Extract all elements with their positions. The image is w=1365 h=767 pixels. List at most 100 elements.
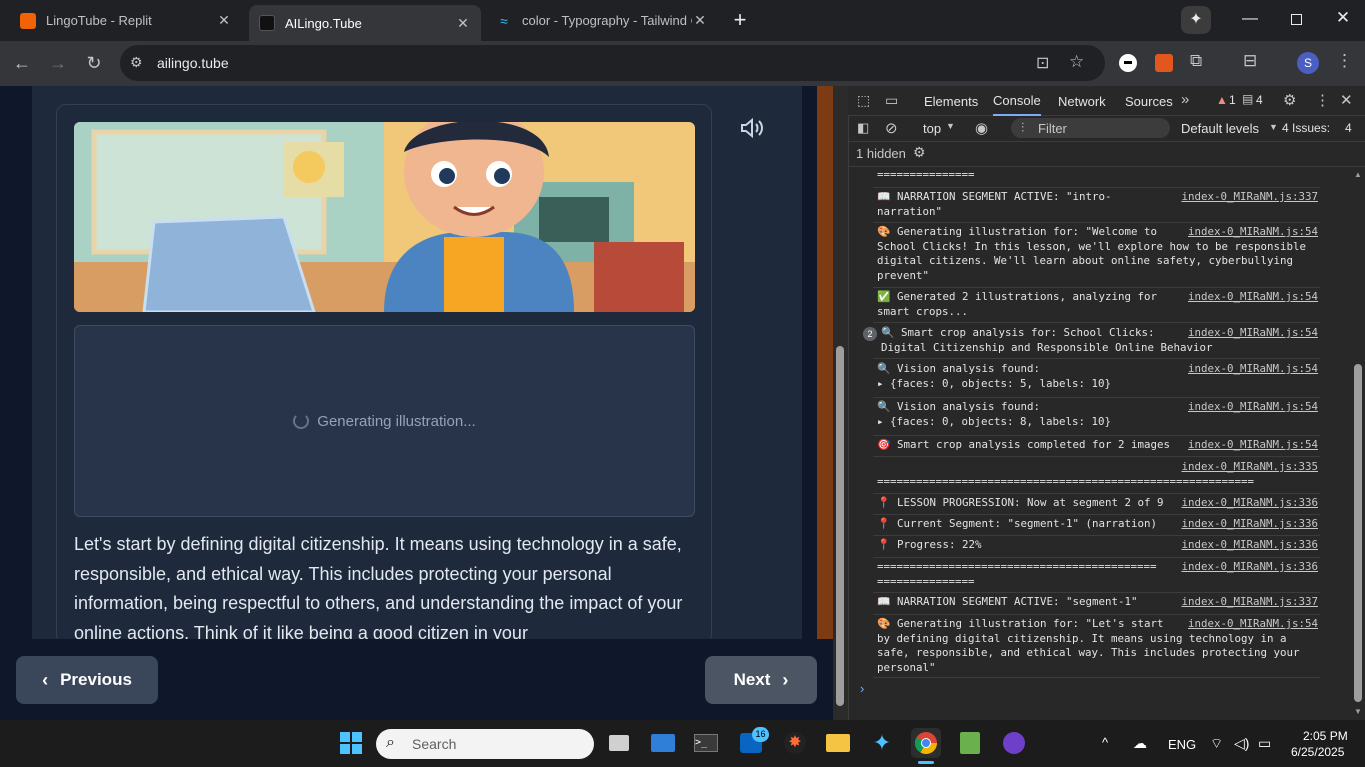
minimize-icon[interactable]: —	[1240, 10, 1260, 30]
new-tab-icon[interactable]: +	[728, 8, 752, 32]
error-count[interactable]: 1	[1229, 93, 1236, 107]
profile-avatar[interactable]: S	[1297, 52, 1319, 74]
volume-icon[interactable]: ◁)	[1234, 735, 1249, 752]
context-selector[interactable]: top	[923, 121, 941, 136]
side-strip	[817, 86, 833, 639]
restore-icon[interactable]	[1287, 10, 1307, 30]
source-link[interactable]: index-0_MIRaNM.js:336	[1175, 517, 1318, 530]
forward-icon[interactable]: →	[43, 48, 73, 78]
illustration-placeholder: Generating illustration...	[74, 325, 695, 517]
source-link[interactable]: index-0_MIRaNM.js:336	[1175, 560, 1318, 573]
tailwind-favicon-icon: ≈	[500, 12, 508, 29]
hidden-count: 1 hidden	[856, 146, 906, 161]
menu-kebab-icon[interactable]: ⋮	[1336, 51, 1353, 71]
source-link[interactable]: index-0_MIRaNM.js:54	[1181, 225, 1318, 238]
clock-time[interactable]: 2:05 PM	[1303, 729, 1348, 743]
back-icon[interactable]: ←	[7, 48, 37, 78]
terminal-icon[interactable]: >_	[691, 728, 721, 758]
settings-gear-icon[interactable]: ⚙	[1283, 91, 1296, 109]
postman-icon[interactable]: ✸	[780, 728, 810, 758]
devtools-menu-icon[interactable]: ⋮	[1315, 91, 1330, 109]
source-link[interactable]: index-0_MIRaNM.js:54	[1181, 438, 1318, 451]
source-link[interactable]: index-0_MIRaNM.js:337	[1175, 595, 1318, 608]
tab-search-icon[interactable]: ⊟	[1243, 51, 1257, 71]
console-settings-icon[interactable]: ⚙	[913, 144, 926, 161]
site-info-icon[interactable]: ⚙	[130, 54, 143, 71]
tab-ailingo-tube[interactable]: AILingo.Tube ✕	[249, 5, 481, 41]
file-explorer-icon[interactable]	[823, 728, 853, 758]
tab-lingotube-replit[interactable]: LingoTube - Replit ✕	[10, 5, 242, 36]
next-button[interactable]: Next ›	[705, 656, 817, 704]
page-scrollbar[interactable]	[833, 86, 848, 720]
console-prompt-icon[interactable]: ›	[860, 681, 864, 696]
ace-extension-icon[interactable]	[1155, 54, 1173, 72]
speaker-icon[interactable]	[739, 116, 765, 140]
source-link[interactable]: index-0_MIRaNM.js:336	[1175, 538, 1318, 551]
devtools-tab-console[interactable]: Console	[993, 86, 1041, 116]
windows-start-icon[interactable]	[336, 728, 366, 758]
source-link[interactable]: index-0_MIRaNM.js:54	[1181, 362, 1318, 375]
copilot-icon[interactable]: ✦	[867, 728, 897, 758]
extension-icon[interactable]	[1119, 54, 1137, 72]
filter-icon: ⫶	[1021, 120, 1025, 135]
source-link[interactable]: index-0_MIRaNM.js:54	[1181, 326, 1318, 339]
narration-text: Let's start by defining digital citizens…	[74, 534, 683, 639]
sidebar-toggle-icon[interactable]: ◧	[857, 120, 869, 136]
source-link[interactable]: index-0_MIRaNM.js:336	[1175, 496, 1318, 509]
clock-date[interactable]: 6/25/2025	[1291, 745, 1344, 759]
taskbar-search[interactable]: ⌕ Search	[376, 729, 594, 759]
address-bar[interactable]: ⚙ ailingo.tube ⊡ ☆	[120, 45, 1105, 81]
tab-tailwind[interactable]: ≈ color - Typography - Tailwind C ✕	[486, 5, 718, 36]
repeat-count-badge: 2	[863, 327, 877, 341]
source-link[interactable]: index-0_MIRaNM.js:54	[1181, 290, 1318, 303]
close-window-icon[interactable]: ✕	[1333, 8, 1353, 28]
previous-button[interactable]: ‹ Previous	[16, 656, 158, 704]
github-icon[interactable]	[999, 728, 1029, 758]
battery-icon[interactable]: ▭	[1258, 735, 1271, 752]
issues-count[interactable]: 4	[1345, 121, 1352, 135]
wifi-icon[interactable]: ⌔	[1210, 735, 1223, 753]
device-toggle-icon[interactable]: ▭	[885, 92, 898, 109]
bookmark-star-icon[interactable]: ☆	[1069, 52, 1084, 72]
devtools-tab-elements[interactable]: Elements	[924, 86, 978, 116]
more-tabs-icon[interactable]: »	[1181, 91, 1189, 108]
close-tab-icon[interactable]: ✕	[455, 15, 471, 32]
close-tab-icon[interactable]: ✕	[216, 12, 232, 29]
task-view-icon[interactable]	[604, 728, 634, 758]
extensions-puzzle-icon[interactable]: ⧉	[1190, 51, 1202, 71]
source-link[interactable]: index-0_MIRaNM.js:337	[1175, 190, 1318, 203]
devtools-tab-sources[interactable]: Sources	[1125, 86, 1173, 116]
source-link[interactable]: index-0_MIRaNM.js:335	[1175, 460, 1318, 473]
close-tab-icon[interactable]: ✕	[692, 12, 708, 29]
source-link[interactable]: index-0_MIRaNM.js:54	[1181, 617, 1318, 630]
messages-count[interactable]: 4	[1256, 93, 1263, 107]
divider	[873, 435, 1320, 436]
divider	[873, 397, 1320, 398]
devtools-scrollbar[interactable]: ▲ ▼	[1351, 168, 1365, 720]
filter-placeholder: Filter	[1038, 121, 1067, 136]
eye-icon[interactable]: ◉	[975, 119, 988, 137]
chrome-icon[interactable]	[911, 728, 941, 758]
filter-input[interactable]: ⫶ Filter	[1011, 118, 1170, 138]
photos-icon[interactable]	[648, 728, 678, 758]
divider	[873, 222, 1320, 223]
install-app-icon[interactable]: ⊡	[1036, 53, 1049, 73]
inspect-icon[interactable]: ⬚	[857, 92, 870, 109]
show-hidden-icons-icon[interactable]: ^	[1102, 735, 1108, 750]
cloud-icon[interactable]: ☁	[1133, 735, 1147, 752]
search-icon: ⌕	[386, 734, 395, 751]
log-levels-select[interactable]: Default levels	[1181, 121, 1259, 136]
tab-title: color - Typography - Tailwind C	[522, 13, 692, 28]
clear-console-icon[interactable]: ⊘	[885, 119, 898, 137]
devtools-tab-network[interactable]: Network	[1058, 86, 1106, 116]
issues-label[interactable]: 4 Issues:	[1282, 121, 1330, 135]
next-label: Next	[733, 670, 771, 689]
browser-toolbar: ← → ↻ ⚙ ailingo.tube ⊡ ☆ ⧉ ⊟ S ⋮	[0, 41, 1365, 86]
source-link[interactable]: index-0_MIRaNM.js:54	[1181, 400, 1318, 413]
mail-badge: 16	[752, 727, 769, 742]
language-indicator[interactable]: ENG	[1168, 737, 1196, 752]
notepad-icon[interactable]	[955, 728, 985, 758]
reload-icon[interactable]: ↻	[79, 48, 109, 78]
gemini-sparkle-icon[interactable]: ✦	[1181, 6, 1211, 34]
close-devtools-icon[interactable]: ✕	[1340, 91, 1353, 109]
